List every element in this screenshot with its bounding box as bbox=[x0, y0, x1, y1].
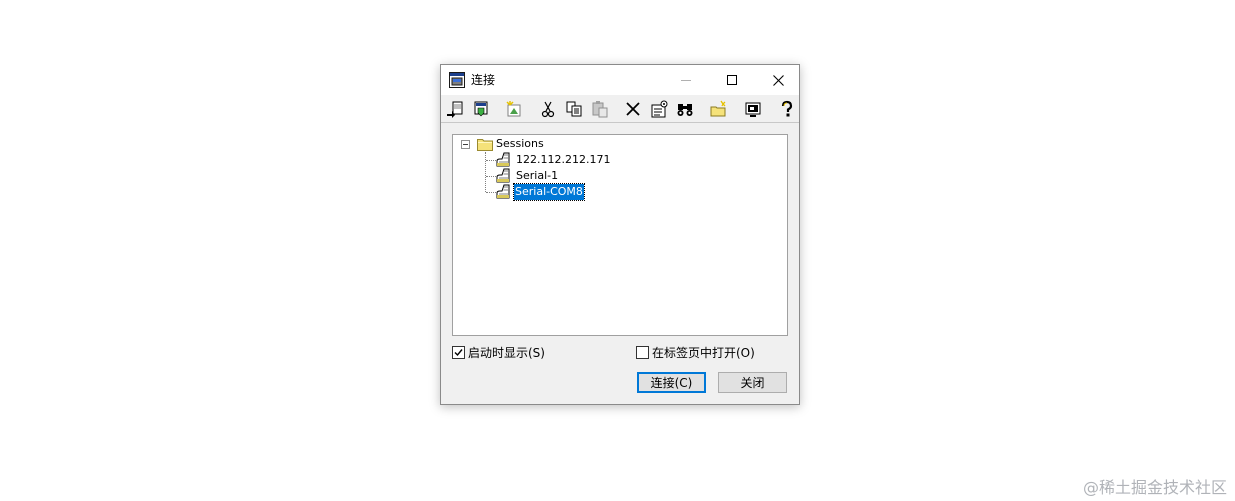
quick-connect-icon bbox=[447, 101, 463, 118]
paste-icon bbox=[592, 101, 608, 118]
properties-button[interactable] bbox=[649, 99, 669, 119]
session-icon bbox=[495, 167, 511, 183]
tree-session-item[interactable]: Serial-1 bbox=[453, 167, 653, 183]
connect-tab-icon bbox=[474, 101, 488, 117]
paste-button[interactable] bbox=[590, 99, 610, 119]
open-in-tab-checkbox[interactable] bbox=[636, 345, 649, 359]
session-label: 122.112.212.171 bbox=[516, 153, 611, 166]
show-on-startup-option[interactable]: 启动时显示(S) bbox=[452, 344, 545, 360]
maximize-icon bbox=[727, 75, 737, 85]
toolbar bbox=[441, 95, 799, 123]
sessions-tree[interactable]: Sessions 122.112.212.171 Serial-1 Serial… bbox=[452, 134, 788, 336]
tree-session-item[interactable]: 122.112.212.171 bbox=[453, 151, 653, 167]
open-in-tab-option[interactable]: 在标签页中打开(O) bbox=[636, 344, 755, 360]
binoculars-icon bbox=[677, 104, 693, 116]
delete-button[interactable] bbox=[623, 99, 643, 119]
collapse-toggle-icon[interactable] bbox=[461, 140, 470, 149]
cut-button[interactable] bbox=[538, 99, 558, 119]
close-window-button[interactable] bbox=[755, 65, 801, 95]
new-folder-icon bbox=[710, 100, 726, 117]
delete-icon bbox=[626, 102, 640, 116]
properties-icon bbox=[651, 100, 668, 118]
copy-button[interactable] bbox=[564, 99, 584, 119]
session-icon bbox=[495, 183, 511, 199]
minimize-icon bbox=[681, 80, 691, 81]
help-button[interactable] bbox=[777, 99, 797, 119]
new-session-icon bbox=[506, 101, 521, 117]
session-label: Serial-1 bbox=[516, 169, 559, 182]
show-on-startup-checkbox[interactable] bbox=[452, 345, 465, 359]
connect-in-tab-button[interactable] bbox=[471, 99, 491, 119]
cut-icon bbox=[541, 101, 555, 118]
close-button[interactable]: 关闭 bbox=[718, 372, 787, 393]
tree-session-item-selected[interactable]: Serial-COM8 bbox=[453, 183, 653, 201]
tree-root-label: Sessions bbox=[496, 137, 544, 150]
desktop-shortcut-button[interactable] bbox=[743, 99, 763, 119]
window-title: 连接 bbox=[471, 73, 496, 87]
copy-icon bbox=[566, 101, 582, 117]
connect-button[interactable]: 连接(C) bbox=[637, 372, 706, 393]
watermark-text: @稀土掘金技术社区 bbox=[1082, 478, 1227, 497]
new-folder-button[interactable] bbox=[709, 99, 729, 119]
checkmark-icon bbox=[454, 348, 463, 356]
session-icon bbox=[495, 151, 511, 167]
open-in-tab-label: 在标签页中打开(O) bbox=[652, 345, 755, 360]
connect-dialog: 连接 Sessions 122.112.212.171 Serial-1 Ser… bbox=[440, 64, 800, 405]
monitor-icon bbox=[745, 102, 761, 117]
help-icon bbox=[781, 100, 793, 117]
show-on-startup-label: 启动时显示(S) bbox=[468, 345, 545, 360]
maximize-button[interactable] bbox=[709, 65, 755, 95]
folder-icon bbox=[477, 137, 493, 151]
find-button[interactable] bbox=[675, 99, 695, 119]
app-window-icon bbox=[449, 72, 465, 88]
title-bar[interactable]: 连接 bbox=[441, 65, 799, 95]
quick-connect-button[interactable] bbox=[445, 99, 465, 119]
close-icon bbox=[772, 74, 784, 86]
minimize-button[interactable] bbox=[663, 65, 709, 95]
tree-root-sessions[interactable]: Sessions bbox=[453, 135, 653, 151]
session-label-selected: Serial-COM8 bbox=[513, 183, 585, 201]
new-session-button[interactable] bbox=[504, 99, 524, 119]
